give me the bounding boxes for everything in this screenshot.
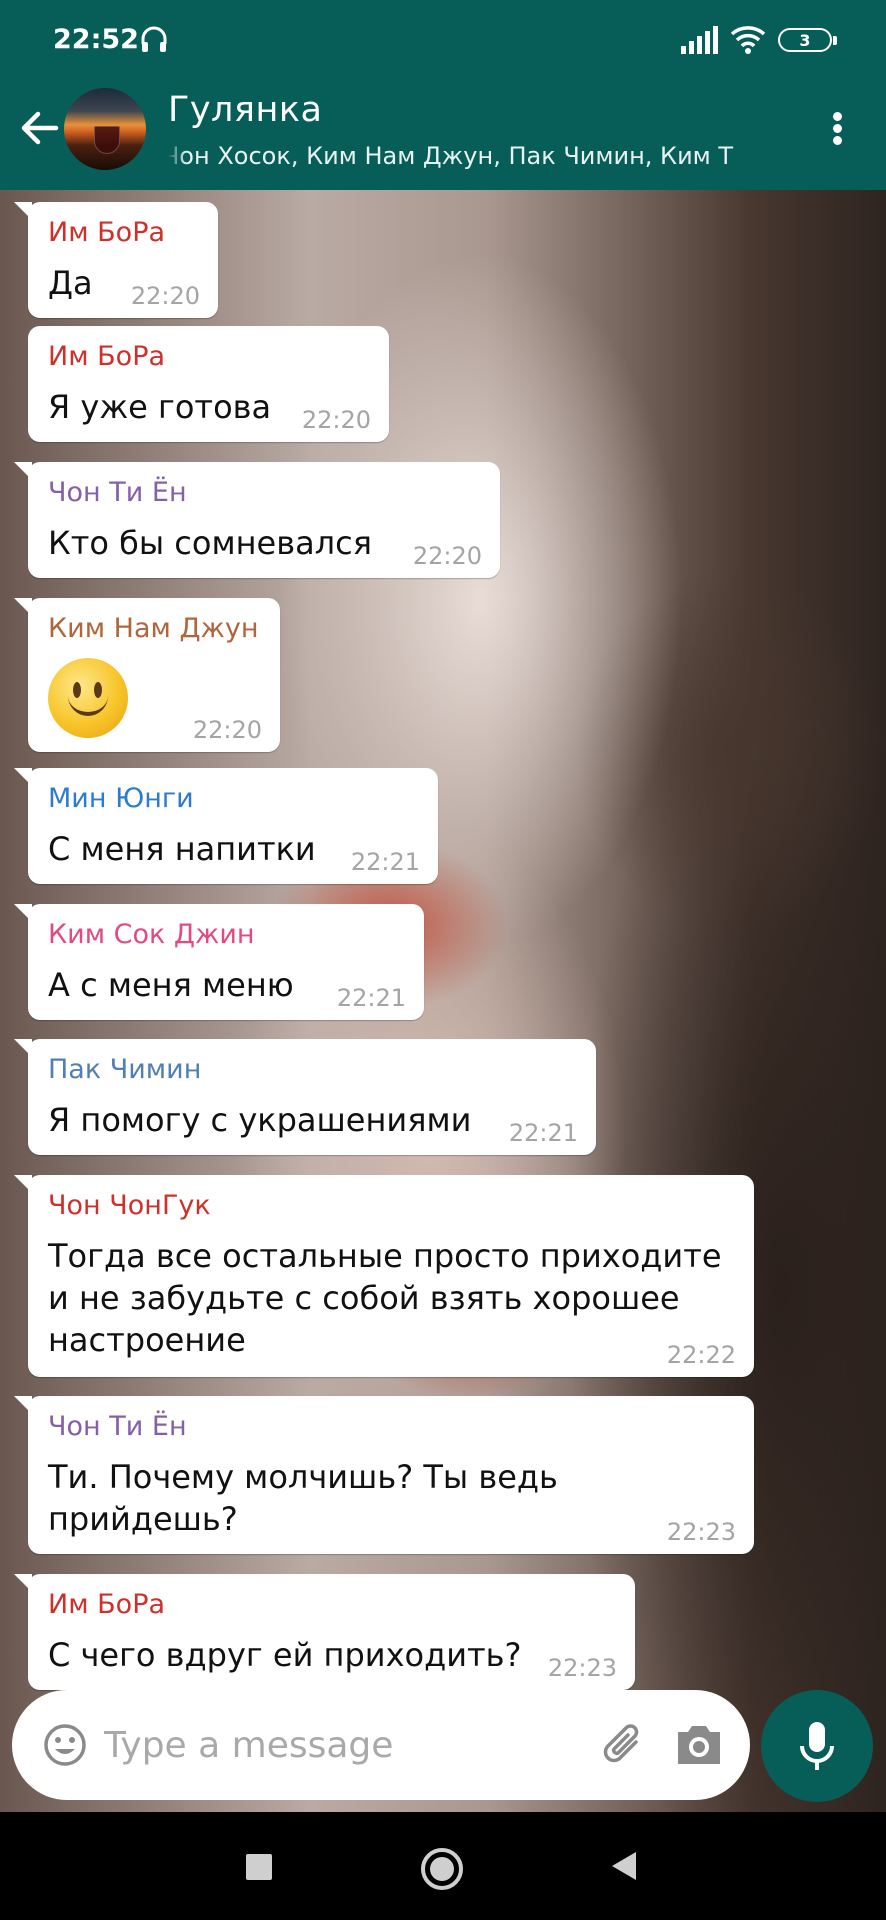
status-bar: 22:52 3 (0, 0, 886, 64)
message-sender[interactable]: Ким Сок Джин (48, 918, 404, 952)
message-text: С чего вдруг ей приходить? (48, 1636, 522, 1674)
message-bubble[interactable]: Им БоРа С чего вдруг ей приходить? 22:23 (14, 1574, 635, 1690)
message-text: Ти. Почему молчишь? Ты ведь прийдешь? (48, 1458, 558, 1538)
status-time: 22:52 (53, 24, 139, 55)
message-text: Тогда все остальные просто приходите и н… (48, 1237, 722, 1359)
group-avatar[interactable] (64, 88, 146, 170)
message-time: 22:20 (301, 406, 371, 434)
more-vertical-icon[interactable] (820, 104, 856, 152)
message-time: 22:20 (130, 282, 200, 310)
message-bubble[interactable]: Ким Нам Джун 22:20 (14, 598, 280, 752)
message-sender[interactable]: Им БоРа (48, 216, 198, 250)
battery-level: 3 (799, 30, 811, 50)
message-time: 22:23 (666, 1518, 736, 1546)
message-time: 22:23 (547, 1654, 617, 1682)
message-sender[interactable]: Им БоРа (48, 340, 369, 374)
message-sender[interactable]: Пак Чимин (48, 1053, 576, 1087)
message-composer (12, 1690, 750, 1800)
chat-title[interactable]: Гулянка (168, 90, 322, 130)
battery-icon: 3 (778, 28, 837, 52)
message-sender[interactable]: Им БоРа (48, 1588, 615, 1622)
chat-members[interactable]: и, Чон Хосок, Ким Нам Джун, Пак Чимин, К… (168, 142, 764, 170)
message-bubble[interactable]: Им БоРа Да 22:20 (14, 202, 218, 318)
system-nav-bar (0, 1812, 886, 1920)
message-time: 22:20 (192, 716, 262, 744)
message-bubble[interactable]: Чон Ти Ён Кто бы сомневался 22:20 (14, 462, 500, 578)
message-sender[interactable]: Мин Юнги (48, 782, 418, 816)
chat-header[interactable]: Гулянка и, Чон Хосок, Ким Нам Джун, Пак … (0, 64, 886, 190)
back-icon[interactable] (608, 1850, 638, 1882)
home-icon[interactable] (421, 1848, 463, 1890)
headphones-icon (141, 26, 167, 52)
message-sender[interactable]: Ким Нам Джун (48, 612, 260, 646)
message-sender[interactable]: Чон Ти Ён (48, 1410, 734, 1444)
mic-button[interactable] (761, 1690, 873, 1802)
message-time: 22:21 (350, 848, 420, 876)
message-time: 22:22 (666, 1341, 736, 1369)
message-bubble[interactable]: Им БоРа Я уже готова 22:20 (28, 326, 389, 442)
wifi-icon (730, 26, 766, 54)
message-bubble[interactable]: Чон ЧонГук Тогда все остальные просто пр… (14, 1175, 754, 1377)
camera-icon[interactable] (674, 1722, 724, 1768)
message-time: 22:20 (412, 542, 482, 570)
message-time: 22:21 (336, 984, 406, 1012)
message-bubble[interactable]: Пак Чимин Я помогу с украшениями 22:21 (14, 1039, 596, 1155)
message-time: 22:21 (508, 1119, 578, 1147)
message-bubble[interactable]: Чон Ти Ён Ти. Почему молчишь? Ты ведь пр… (14, 1396, 754, 1554)
message-text: Я помогу с украшениями (48, 1101, 472, 1139)
message-sender[interactable]: Чон Ти Ён (48, 476, 480, 510)
message-bubble[interactable]: Ким Сок Джин А с меня меню 22:21 (14, 904, 424, 1020)
recents-icon[interactable] (246, 1854, 272, 1880)
members-text: и, Чон Хосок, Ким Нам Джун, Пак Чимин, К… (168, 142, 734, 170)
back-arrow-icon[interactable] (16, 104, 64, 152)
signal-icon (681, 26, 718, 54)
smile-emoji-icon (48, 658, 128, 738)
chat-messages[interactable]: Им БоРа Да 22:20 Им БоРа Я уже готова 22… (0, 190, 886, 1812)
message-input[interactable] (104, 1714, 484, 1776)
message-bubble[interactable]: Мин Юнги С меня напитки 22:21 (14, 768, 438, 884)
mic-icon (800, 1722, 834, 1770)
emoji-icon[interactable] (42, 1722, 88, 1768)
attach-icon[interactable] (596, 1718, 652, 1774)
message-sender[interactable]: Чон ЧонГук (48, 1189, 734, 1223)
